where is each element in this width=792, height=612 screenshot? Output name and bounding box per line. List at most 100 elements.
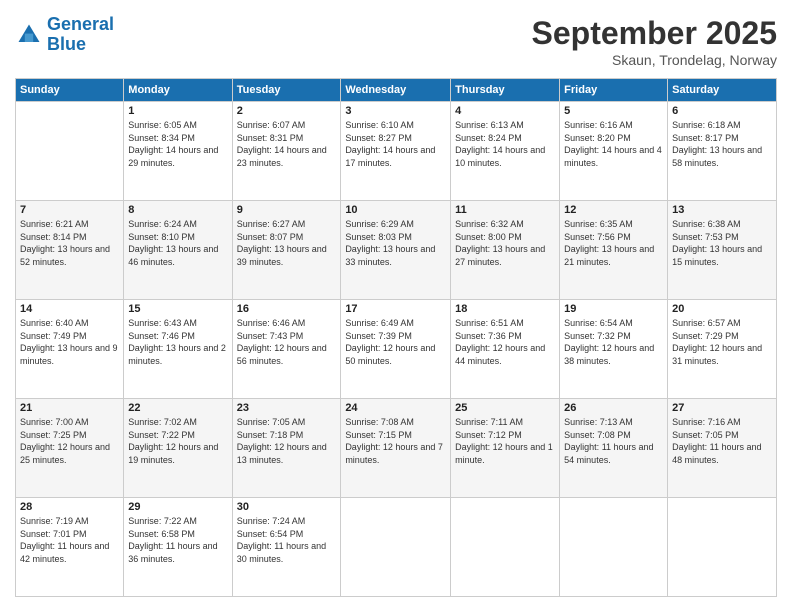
logo-line2: Blue: [47, 34, 86, 54]
table-row: 7 Sunrise: 6:21 AMSunset: 8:14 PMDayligh…: [16, 201, 124, 300]
day-number: 3: [345, 105, 446, 117]
day-info: Sunrise: 7:08 AMSunset: 7:15 PMDaylight:…: [345, 416, 446, 466]
day-number: 17: [345, 303, 446, 315]
table-row: 29 Sunrise: 7:22 AMSunset: 6:58 PMDaylig…: [124, 498, 232, 597]
table-row: 19 Sunrise: 6:54 AMSunset: 7:32 PMDaylig…: [560, 300, 668, 399]
day-info: Sunrise: 6:27 AMSunset: 8:07 PMDaylight:…: [237, 218, 337, 268]
day-info: Sunrise: 7:22 AMSunset: 6:58 PMDaylight:…: [128, 515, 227, 565]
day-number: 25: [455, 402, 555, 414]
day-info: Sunrise: 7:19 AMSunset: 7:01 PMDaylight:…: [20, 515, 119, 565]
day-info: Sunrise: 6:57 AMSunset: 7:29 PMDaylight:…: [672, 317, 772, 367]
day-info: Sunrise: 6:49 AMSunset: 7:39 PMDaylight:…: [345, 317, 446, 367]
logo-line1: General: [47, 14, 114, 34]
table-row: [16, 102, 124, 201]
calendar-week-row: 1 Sunrise: 6:05 AMSunset: 8:34 PMDayligh…: [16, 102, 777, 201]
table-row: 8 Sunrise: 6:24 AMSunset: 8:10 PMDayligh…: [124, 201, 232, 300]
day-number: 18: [455, 303, 555, 315]
day-info: Sunrise: 7:13 AMSunset: 7:08 PMDaylight:…: [564, 416, 663, 466]
table-row: 18 Sunrise: 6:51 AMSunset: 7:36 PMDaylig…: [451, 300, 560, 399]
calendar-week-row: 7 Sunrise: 6:21 AMSunset: 8:14 PMDayligh…: [16, 201, 777, 300]
day-number: 7: [20, 204, 119, 216]
day-number: 1: [128, 105, 227, 117]
table-row: 30 Sunrise: 7:24 AMSunset: 6:54 PMDaylig…: [232, 498, 341, 597]
table-row: 2 Sunrise: 6:07 AMSunset: 8:31 PMDayligh…: [232, 102, 341, 201]
logo-text: General Blue: [47, 15, 114, 55]
day-info: Sunrise: 6:07 AMSunset: 8:31 PMDaylight:…: [237, 119, 337, 169]
table-row: 5 Sunrise: 6:16 AMSunset: 8:20 PMDayligh…: [560, 102, 668, 201]
table-row: [451, 498, 560, 597]
day-info: Sunrise: 6:54 AMSunset: 7:32 PMDaylight:…: [564, 317, 663, 367]
day-info: Sunrise: 6:51 AMSunset: 7:36 PMDaylight:…: [455, 317, 555, 367]
day-info: Sunrise: 7:05 AMSunset: 7:18 PMDaylight:…: [237, 416, 337, 466]
day-info: Sunrise: 6:35 AMSunset: 7:56 PMDaylight:…: [564, 218, 663, 268]
logo-icon: [15, 21, 43, 49]
table-row: 24 Sunrise: 7:08 AMSunset: 7:15 PMDaylig…: [341, 399, 451, 498]
day-number: 9: [237, 204, 337, 216]
header-tuesday: Tuesday: [232, 79, 341, 102]
day-info: Sunrise: 7:16 AMSunset: 7:05 PMDaylight:…: [672, 416, 772, 466]
day-info: Sunrise: 7:11 AMSunset: 7:12 PMDaylight:…: [455, 416, 555, 466]
table-row: 4 Sunrise: 6:13 AMSunset: 8:24 PMDayligh…: [451, 102, 560, 201]
table-row: 1 Sunrise: 6:05 AMSunset: 8:34 PMDayligh…: [124, 102, 232, 201]
day-number: 22: [128, 402, 227, 414]
day-number: 14: [20, 303, 119, 315]
day-number: 20: [672, 303, 772, 315]
day-number: 4: [455, 105, 555, 117]
logo: General Blue: [15, 15, 114, 55]
calendar-week-row: 28 Sunrise: 7:19 AMSunset: 7:01 PMDaylig…: [16, 498, 777, 597]
day-number: 6: [672, 105, 772, 117]
day-info: Sunrise: 7:00 AMSunset: 7:25 PMDaylight:…: [20, 416, 119, 466]
day-info: Sunrise: 6:29 AMSunset: 8:03 PMDaylight:…: [345, 218, 446, 268]
table-row: 27 Sunrise: 7:16 AMSunset: 7:05 PMDaylig…: [668, 399, 777, 498]
day-number: 26: [564, 402, 663, 414]
calendar-table: Sunday Monday Tuesday Wednesday Thursday…: [15, 78, 777, 597]
day-info: Sunrise: 6:18 AMSunset: 8:17 PMDaylight:…: [672, 119, 772, 169]
table-row: 3 Sunrise: 6:10 AMSunset: 8:27 PMDayligh…: [341, 102, 451, 201]
day-info: Sunrise: 6:21 AMSunset: 8:14 PMDaylight:…: [20, 218, 119, 268]
calendar-week-row: 21 Sunrise: 7:00 AMSunset: 7:25 PMDaylig…: [16, 399, 777, 498]
day-info: Sunrise: 6:40 AMSunset: 7:49 PMDaylight:…: [20, 317, 119, 367]
table-row: 13 Sunrise: 6:38 AMSunset: 7:53 PMDaylig…: [668, 201, 777, 300]
page: General Blue September 2025 Skaun, Trond…: [0, 0, 792, 612]
day-number: 23: [237, 402, 337, 414]
calendar-week-row: 14 Sunrise: 6:40 AMSunset: 7:49 PMDaylig…: [16, 300, 777, 399]
day-info: Sunrise: 6:38 AMSunset: 7:53 PMDaylight:…: [672, 218, 772, 268]
table-row: [341, 498, 451, 597]
location: Skaun, Trondelag, Norway: [532, 52, 777, 68]
day-number: 15: [128, 303, 227, 315]
table-row: 25 Sunrise: 7:11 AMSunset: 7:12 PMDaylig…: [451, 399, 560, 498]
table-row: 12 Sunrise: 6:35 AMSunset: 7:56 PMDaylig…: [560, 201, 668, 300]
day-info: Sunrise: 7:02 AMSunset: 7:22 PMDaylight:…: [128, 416, 227, 466]
table-row: 9 Sunrise: 6:27 AMSunset: 8:07 PMDayligh…: [232, 201, 341, 300]
day-info: Sunrise: 6:24 AMSunset: 8:10 PMDaylight:…: [128, 218, 227, 268]
header-wednesday: Wednesday: [341, 79, 451, 102]
day-number: 10: [345, 204, 446, 216]
day-number: 2: [237, 105, 337, 117]
month-title: September 2025: [532, 15, 777, 52]
day-number: 30: [237, 501, 337, 513]
title-block: September 2025 Skaun, Trondelag, Norway: [532, 15, 777, 68]
table-row: 11 Sunrise: 6:32 AMSunset: 8:00 PMDaylig…: [451, 201, 560, 300]
day-number: 8: [128, 204, 227, 216]
day-number: 28: [20, 501, 119, 513]
table-row: 15 Sunrise: 6:43 AMSunset: 7:46 PMDaylig…: [124, 300, 232, 399]
header: General Blue September 2025 Skaun, Trond…: [15, 15, 777, 68]
header-row: Sunday Monday Tuesday Wednesday Thursday…: [16, 79, 777, 102]
day-number: 13: [672, 204, 772, 216]
day-number: 19: [564, 303, 663, 315]
header-thursday: Thursday: [451, 79, 560, 102]
day-info: Sunrise: 6:43 AMSunset: 7:46 PMDaylight:…: [128, 317, 227, 367]
table-row: 14 Sunrise: 6:40 AMSunset: 7:49 PMDaylig…: [16, 300, 124, 399]
table-row: 10 Sunrise: 6:29 AMSunset: 8:03 PMDaylig…: [341, 201, 451, 300]
header-friday: Friday: [560, 79, 668, 102]
table-row: 17 Sunrise: 6:49 AMSunset: 7:39 PMDaylig…: [341, 300, 451, 399]
table-row: 21 Sunrise: 7:00 AMSunset: 7:25 PMDaylig…: [16, 399, 124, 498]
header-saturday: Saturday: [668, 79, 777, 102]
table-row: 16 Sunrise: 6:46 AMSunset: 7:43 PMDaylig…: [232, 300, 341, 399]
table-row: 23 Sunrise: 7:05 AMSunset: 7:18 PMDaylig…: [232, 399, 341, 498]
day-info: Sunrise: 6:32 AMSunset: 8:00 PMDaylight:…: [455, 218, 555, 268]
day-number: 21: [20, 402, 119, 414]
table-row: [668, 498, 777, 597]
day-info: Sunrise: 6:05 AMSunset: 8:34 PMDaylight:…: [128, 119, 227, 169]
table-row: 22 Sunrise: 7:02 AMSunset: 7:22 PMDaylig…: [124, 399, 232, 498]
